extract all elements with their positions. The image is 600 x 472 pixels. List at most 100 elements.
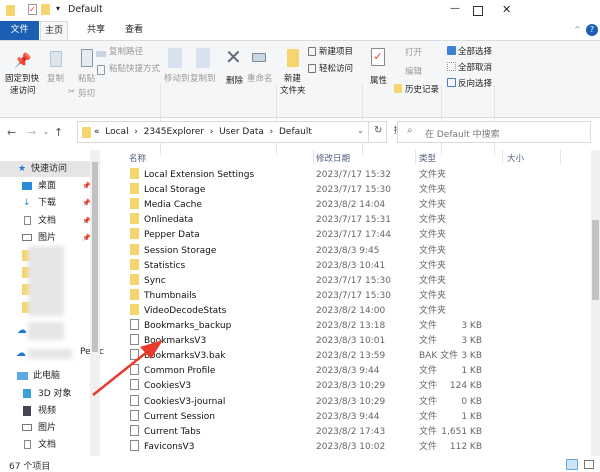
copy-button[interactable]: 复制 — [47, 72, 64, 84]
search-box[interactable]: ⌕ 在 Default 中搜索 — [397, 121, 591, 143]
sidebar-item-pc-documents[interactable]: 文档 — [0, 437, 90, 453]
collapse-ribbon-icon[interactable]: ^ — [574, 25, 581, 34]
minimize-button[interactable]: — — [450, 3, 460, 14]
new-item-button[interactable]: 新建项目 — [319, 45, 353, 57]
file-row[interactable]: BookmarksV3 2023/8/3 10:01 文件 3 KB — [126, 334, 588, 349]
file-row[interactable]: Pepper Data 2023/7/17 17:44 文件夹 — [126, 228, 588, 243]
file-row[interactable]: VideoDecodeStats 2023/8/2 14:00 文件夹 — [126, 303, 588, 319]
file-size: 0 KB — [461, 396, 482, 407]
properties-button[interactable]: 属性 — [370, 74, 387, 86]
sidebar-label: 图片 — [38, 233, 57, 243]
column-divider[interactable] — [560, 150, 561, 164]
edit-button[interactable]: 编辑 — [405, 65, 422, 77]
tab-file[interactable]: 文件 — [0, 21, 39, 40]
file-row[interactable]: Bookmarks_backup 2023/8/2 13:18 文件 3 KB — [126, 319, 588, 334]
file-row[interactable]: CookiesV3-journal 2023/8/3 10:29 文件 0 KB — [126, 394, 588, 410]
back-button[interactable]: ← — [7, 126, 16, 139]
paste-shortcut-button[interactable]: 粘贴快捷方式 — [109, 62, 160, 74]
file-row[interactable]: Local Storage 2023/7/17 15:30 文件夹 — [126, 183, 588, 198]
file-row[interactable]: Thumbnails 2023/7/17 15:30 文件夹 — [126, 288, 588, 304]
breadcrumb-local[interactable]: Local — [105, 127, 128, 137]
sidebar-item-videos[interactable]: 视频 — [0, 403, 90, 419]
breadcrumb-default[interactable]: Default — [279, 127, 312, 137]
new-folder-button[interactable]: 新建 — [284, 72, 301, 84]
download-icon: ↓ — [23, 198, 31, 208]
file-row[interactable]: BookmarksV3.bak 2023/8/2 13:59 BAK 文件 3 … — [126, 349, 588, 364]
refresh-icon[interactable]: ↻ — [374, 125, 382, 136]
move-to-button[interactable]: 移动到 — [164, 72, 190, 84]
file-row[interactable]: Common Profile 2023/8/3 9:44 文件 1 KB — [126, 364, 588, 379]
forward-button[interactable]: → — [27, 126, 36, 139]
file-row[interactable]: Sync 2023/7/17 15:30 文件夹 — [126, 273, 588, 289]
sidebar-item-quick-access[interactable]: ★ 快速访问 — [0, 161, 90, 177]
address-dropdown-icon[interactable]: ⌄ — [357, 126, 364, 135]
close-button[interactable]: ✕ — [502, 3, 511, 16]
paste-button[interactable]: 粘贴 — [78, 72, 95, 84]
column-divider[interactable] — [502, 150, 503, 164]
scrollbar-thumb[interactable] — [92, 162, 98, 352]
column-header-date[interactable]: 修改日期 — [316, 152, 350, 164]
column-header-type[interactable]: 类型 — [419, 152, 436, 164]
file-name: Current Session — [144, 411, 216, 422]
file-row[interactable]: Media Cache 2023/8/2 14:04 文件夹 — [126, 198, 588, 213]
select-none-button[interactable]: 全部取消 — [458, 61, 492, 73]
column-header-name[interactable]: 名称 — [129, 152, 146, 164]
rename-button[interactable]: 重命名 — [247, 72, 273, 84]
help-icon[interactable]: ? — [586, 24, 598, 36]
file-row[interactable]: Current Tabs 2023/8/2 17:43 文件 1,651 KB — [126, 424, 588, 440]
cut-button[interactable]: 剪切 — [78, 87, 95, 99]
delete-button[interactable]: 删除 — [226, 74, 243, 86]
column-header-size[interactable]: 大小 — [507, 152, 524, 164]
file-date: 2023/8/3 10:41 — [316, 260, 386, 271]
invert-selection-button[interactable]: 反向选择 — [458, 77, 492, 89]
sidebar-item-downloads[interactable]: ↓ 下载 📌 — [0, 195, 91, 211]
recent-locations-button[interactable]: ⌄ — [43, 128, 49, 136]
overflow-chevron[interactable]: « — [94, 127, 100, 137]
breadcrumb-user-data[interactable]: User Data — [219, 127, 264, 137]
file-row[interactable]: CookiesV3 2023/8/3 10:29 文件 124 KB — [126, 379, 588, 394]
up-button[interactable]: ↑ — [54, 126, 63, 139]
pin-icon: 📌 — [14, 53, 32, 69]
quick-access-dropdown-icon[interactable]: ▾ — [56, 4, 60, 13]
new-folder-quick-icon[interactable] — [41, 4, 50, 15]
pin-quick-access-label: 速访问 — [10, 86, 36, 96]
tab-view[interactable]: 查看 — [116, 21, 152, 40]
copy-icon — [50, 51, 62, 67]
large-icons-view-button[interactable] — [584, 460, 594, 469]
file-row[interactable]: FaviconsV3 2023/8/3 10:02 文件 112 KB — [126, 439, 588, 455]
file-row[interactable]: Onlinedata 2023/7/17 15:31 文件夹 — [126, 213, 588, 228]
delete-icon: ✕ — [225, 45, 242, 69]
file-row[interactable]: Session Storage 2023/8/3 9:45 文件夹 — [126, 243, 588, 259]
file-row[interactable]: Current Session 2023/8/3 9:44 文件 1 KB — [126, 409, 588, 425]
sidebar-item-documents[interactable]: 文档 📌 — [0, 213, 91, 229]
details-view-button[interactable] — [566, 459, 578, 470]
sidebar-item-pictures[interactable]: 图片 📌 — [0, 230, 91, 246]
sidebar-scrollbar[interactable] — [90, 150, 100, 456]
breadcrumb-2345explorer[interactable]: 2345Explorer — [144, 127, 204, 137]
select-all-button[interactable]: 全部选择 — [458, 45, 492, 57]
column-divider[interactable] — [313, 150, 314, 164]
file-row[interactable]: Statistics 2023/8/3 10:41 文件夹 — [126, 258, 588, 274]
tab-share[interactable]: 共享 — [78, 21, 114, 40]
address-bar[interactable]: « Local › 2345Explorer › User Data › Def… — [77, 121, 387, 143]
sidebar-item-3d-objects[interactable]: 3D 对象 — [0, 386, 90, 402]
file-row[interactable]: Local Extension Settings 2023/7/17 15:32… — [126, 168, 588, 183]
group-divider — [494, 85, 495, 155]
file-list-scrollbar[interactable] — [591, 150, 600, 456]
copy-path-button[interactable]: 复制路径 — [109, 45, 143, 57]
history-button[interactable]: 历史记录 — [405, 83, 439, 95]
scrollbar-thumb[interactable] — [592, 220, 599, 300]
column-divider[interactable] — [415, 150, 416, 164]
redacted-region — [28, 322, 64, 340]
tab-home[interactable]: 主页 — [40, 21, 68, 41]
sidebar-item-this-pc[interactable]: 此电脑 — [0, 368, 90, 384]
search-input[interactable]: 在 Default 中搜索 — [425, 127, 500, 140]
properties-quick-icon[interactable]: ✓ — [28, 4, 37, 15]
maximize-button[interactable] — [473, 6, 483, 16]
easy-access-button[interactable]: 轻松访问 — [319, 62, 353, 74]
copy-to-button[interactable]: 复制到 — [190, 72, 216, 84]
sidebar-item-desktop[interactable]: 桌面 📌 — [0, 178, 91, 194]
pin-quick-access-button[interactable]: 固定到快 — [5, 72, 39, 84]
sidebar-item-pc-pictures[interactable]: 图片 — [0, 420, 90, 436]
open-button[interactable]: 打开 — [405, 46, 422, 58]
